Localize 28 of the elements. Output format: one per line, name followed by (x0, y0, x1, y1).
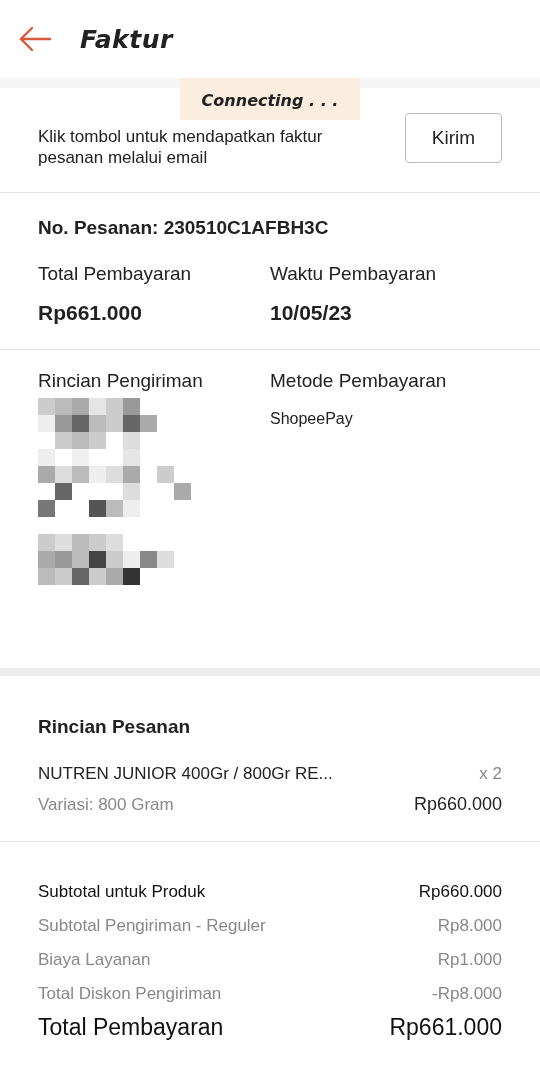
product-name: NUTREN JUNIOR 400Gr / 800Gr RE... (38, 764, 333, 784)
payment-method-value: ShopeePay (270, 410, 354, 428)
summary-label: Subtotal Pengiriman - Reguler (38, 916, 266, 936)
summary-amount: Rp661.000 (389, 1014, 502, 1041)
field-value: Rp661.000 (38, 301, 143, 325)
summary-amount: Rp660.000 (418, 882, 502, 902)
product-quantity: x 2 (479, 764, 502, 784)
send-button[interactable]: Kirim (405, 113, 502, 163)
shipping-details-label: Rincian Pengiriman (38, 370, 204, 392)
summary-amount: -Rp8.000 (432, 984, 502, 1004)
payment-method-label: Metode Pembayaran (270, 370, 448, 392)
field-value: 10/05/23 (270, 301, 353, 325)
email-instruction-text: Klik tombol untuk mendapatkan faktur pesanan melalui email (38, 126, 324, 168)
field-label: Waktu Pembayaran (270, 263, 438, 285)
summary-amount: Rp8.000 (437, 916, 502, 936)
field-label: Total Pembayaran (38, 263, 193, 285)
summary-label: Biaya Layanan (38, 950, 151, 970)
summary-label: Subtotal untuk Produk (38, 882, 206, 902)
product-variation: Variasi: 800 Gram (38, 794, 174, 815)
order-details-title: Rincian Pesanan (38, 716, 192, 738)
product-price: Rp660.000 (413, 794, 502, 815)
summary-amount: Rp1.000 (437, 950, 502, 970)
back-arrow-icon[interactable] (18, 26, 52, 52)
order-number: No. Pesanan: 230510C1AFBH3C (38, 217, 330, 239)
connecting-toast: Connecting . . . (180, 78, 360, 120)
summary-label: Total Diskon Pengiriman (38, 984, 222, 1004)
page-title: Faktur (80, 24, 173, 54)
summary-label: Total Pembayaran (38, 1014, 224, 1041)
